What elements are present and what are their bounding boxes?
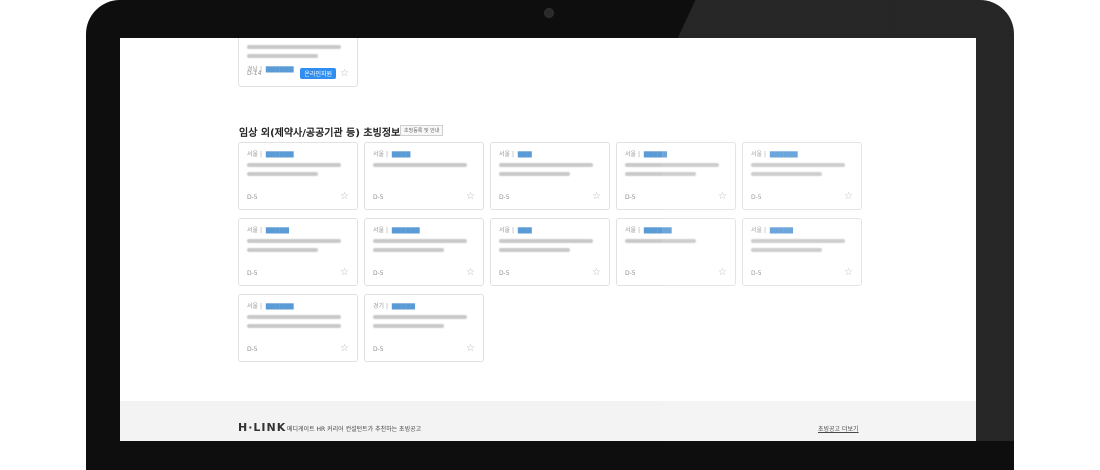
job-card[interactable]: 서울 | ▇▇▇▇ D-5 ☆ (364, 142, 484, 210)
job-location: 서울 | ▇▇▇▇▇▇ (373, 227, 420, 234)
job-card-footer: D-5 ☆ (499, 192, 601, 202)
dday-label: D-5 (751, 193, 762, 201)
job-title-blurred (247, 163, 341, 167)
job-title-blurred (373, 315, 467, 319)
job-card[interactable]: 서울 | ▇▇▇▇▇ D-5 ☆ (616, 142, 736, 210)
star-icon[interactable]: ☆ (466, 192, 475, 202)
job-location: 서울 | ▇▇▇ (499, 227, 532, 234)
job-title-blurred (247, 315, 341, 319)
job-location: 서울 | ▇▇▇▇▇ (247, 227, 289, 234)
job-card[interactable]: 서울 | ▇▇▇▇▇▇ D-5 ☆ (364, 218, 484, 286)
job-card[interactable]: 서울 | ▇▇▇▇▇▇ D-5 ☆ (238, 142, 358, 210)
job-card[interactable]: 서울 | ▇▇▇ D-5 ☆ (490, 142, 610, 210)
job-title-blurred (499, 239, 593, 243)
star-icon[interactable]: ☆ (718, 268, 727, 278)
job-location: 서울 | ▇▇▇▇▇▇ (247, 303, 294, 310)
dday-label: D-5 (247, 269, 258, 277)
job-title-blurred (247, 239, 341, 243)
webcam-icon (545, 9, 553, 17)
job-title-blurred (247, 54, 319, 58)
job-card-footer: D-5 ☆ (247, 268, 349, 278)
star-icon[interactable]: ☆ (844, 268, 853, 278)
dday-label: D-5 (373, 345, 384, 353)
job-title-blurred (499, 172, 571, 176)
star-icon[interactable]: ☆ (340, 68, 349, 79)
dday-label: D-5 (373, 193, 384, 201)
star-icon[interactable]: ☆ (592, 192, 601, 202)
more-jobs-link[interactable]: 초빙공고 더보기 (818, 424, 859, 433)
star-icon[interactable]: ☆ (466, 268, 475, 278)
star-icon[interactable]: ☆ (340, 344, 349, 354)
job-title-blurred (751, 163, 845, 167)
job-title-blurred (373, 248, 445, 252)
job-title-blurred (625, 163, 719, 167)
star-icon[interactable]: ☆ (340, 192, 349, 202)
job-card[interactable]: 서울 | ▇▇▇▇▇▇ D-5 ☆ (238, 294, 358, 362)
job-title-blurred (247, 172, 319, 176)
dday-label: D-5 (373, 269, 384, 277)
job-title-blurred (499, 163, 593, 167)
job-location: 서울 | ▇▇▇▇▇▇ (751, 151, 798, 158)
job-card[interactable]: 서울 | ▇▇▇▇▇ D-5 ☆ (238, 218, 358, 286)
job-card-footer: D-5 ☆ (499, 268, 601, 278)
job-title-blurred (247, 45, 341, 49)
job-title-blurred (751, 248, 823, 252)
job-location: 경기 | ▇▇▇▇▇ (373, 303, 415, 310)
job-card[interactable]: 서울 | ▇▇▇ D-5 ☆ (490, 218, 610, 286)
job-card[interactable]: 서울 | ▇▇▇▇▇▇ D-5 ☆ (742, 142, 862, 210)
online-apply-badge[interactable]: 온라인지원 (300, 68, 337, 79)
job-card[interactable]: 경남 | ▇▇▇▇▇▇ D-14 온라인지원 ☆ (238, 38, 358, 87)
job-card-footer: D-14 온라인지원 ☆ (247, 68, 349, 79)
star-icon[interactable]: ☆ (592, 268, 601, 278)
star-icon[interactable]: ☆ (718, 192, 727, 202)
job-card[interactable]: 경기 | ▇▇▇▇▇ D-5 ☆ (364, 294, 484, 362)
section-title: 임상 외(제약사/공공기관 등) 초빙정보 (239, 128, 401, 139)
job-card-footer: D-5 ☆ (625, 268, 727, 278)
job-title-blurred (373, 324, 445, 328)
job-card-footer: D-5 ☆ (751, 192, 853, 202)
star-icon[interactable]: ☆ (340, 268, 349, 278)
job-card-footer: D-5 ☆ (247, 344, 349, 354)
star-icon[interactable]: ☆ (844, 192, 853, 202)
dday-label: D-5 (625, 269, 636, 277)
recruit-guide-tag[interactable]: 초빙등록 및 안내 (400, 125, 444, 136)
job-title-blurred (751, 239, 845, 243)
dday-label: D-5 (499, 193, 510, 201)
job-card[interactable]: 서울 | ▇▇▇▇▇ D-5 ☆ (742, 218, 862, 286)
job-title-blurred (373, 163, 467, 167)
job-card-footer: D-5 ☆ (373, 192, 475, 202)
job-title-blurred (625, 239, 697, 243)
footer-description: 메디게이트 HR 커리어 컨설턴트가 추천하는 초빙공고 (287, 426, 422, 433)
dday-label: D-5 (247, 193, 258, 201)
job-card-footer: D-5 ☆ (373, 344, 475, 354)
dday-label: D-5 (499, 269, 510, 277)
hlink-logo: H·LINK (238, 421, 287, 434)
job-card-footer: D-5 ☆ (625, 192, 727, 202)
job-location: 서울 | ▇▇▇▇▇▇ (247, 151, 294, 158)
job-title-blurred (499, 248, 571, 252)
dday-label: D-5 (625, 193, 636, 201)
job-title-blurred (247, 248, 319, 252)
dday-label: D-14 (247, 70, 262, 77)
job-location: 서울 | ▇▇▇▇▇ (751, 227, 793, 234)
star-icon[interactable]: ☆ (466, 344, 475, 354)
job-card-footer: D-5 ☆ (373, 268, 475, 278)
job-location: 서울 | ▇▇▇▇▇▇ (625, 227, 672, 234)
dday-label: D-5 (751, 269, 762, 277)
browser-screen: 경남 | ▇▇▇▇▇▇ D-14 온라인지원 ☆ 임상 외(제약사/공공기관 등… (120, 38, 976, 441)
job-title-blurred (751, 172, 823, 176)
job-title-blurred (247, 324, 341, 328)
job-card-footer: D-5 ☆ (751, 268, 853, 278)
job-title-blurred (625, 172, 697, 176)
job-location: 서울 | ▇▇▇▇ (373, 151, 411, 158)
job-card[interactable]: 서울 | ▇▇▇▇▇▇ D-5 ☆ (616, 218, 736, 286)
job-card-footer: D-5 ☆ (247, 192, 349, 202)
job-location: 서울 | ▇▇▇ (499, 151, 532, 158)
job-title-blurred (373, 239, 467, 243)
job-location: 서울 | ▇▇▇▇▇ (625, 151, 667, 158)
dday-label: D-5 (247, 345, 258, 353)
